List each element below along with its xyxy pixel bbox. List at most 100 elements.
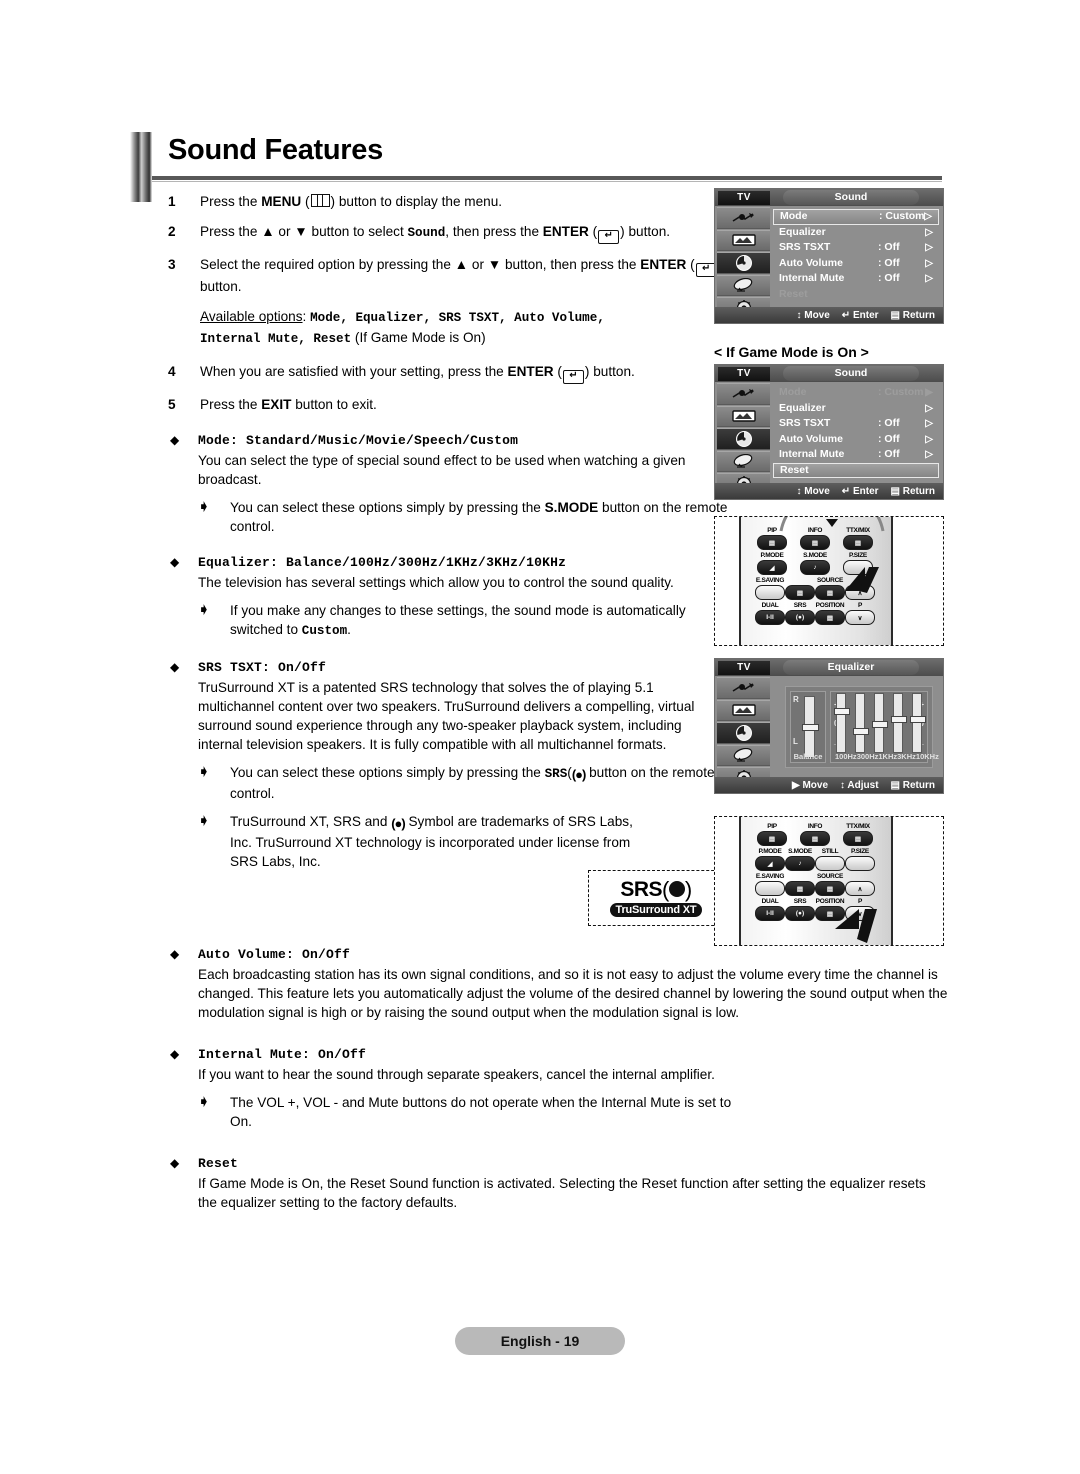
osd-row-auto-volume[interactable]: Auto Volume : Off ▷ [773, 256, 939, 272]
band-slider-300hz[interactable] [852, 693, 869, 753]
osd-row-srs-tsxt[interactable]: SRS TSXT : Off ▷ [773, 240, 939, 256]
osd-hint-move: ↕ Move [796, 486, 829, 497]
remote-cell-blank[interactable]: ▤ [785, 577, 815, 600]
sidebar-item-picture[interactable] [717, 405, 770, 427]
sidebar-item-sound[interactable] [717, 252, 770, 274]
remote-cell-smode[interactable]: S.MODE ♪ [785, 848, 815, 871]
remote-cell-info[interactable]: INFO ▤ [798, 527, 832, 550]
band-label-300hz: 300Hz [856, 752, 879, 761]
p-mode-button[interactable]: ◢ [755, 856, 785, 871]
e-saving-button[interactable] [755, 881, 785, 896]
teletext-button[interactable]: ▤ [785, 585, 815, 600]
band-slider-1khz[interactable] [871, 693, 888, 753]
osd-title: Sound [783, 366, 919, 381]
osd-row-internal-mute[interactable]: Internal Mute : Off ▷ [773, 447, 939, 463]
osd-sound-menu-game[interactable]: TV Sound Mode : Custom ▶ Equalizer ▷ SRS… [714, 364, 944, 500]
osd-row-auto-volume[interactable]: Auto Volume : Off ▷ [773, 432, 939, 448]
remote-button-label: S.MODE [803, 552, 827, 559]
channel-down-button[interactable]: ∨ [845, 610, 875, 625]
sidebar-item-input[interactable] [717, 677, 770, 699]
sidebar-item-input[interactable] [717, 207, 770, 229]
band-slider-10khz[interactable] [910, 693, 927, 753]
remote-cell-ttxmix[interactable]: TTX/MIX ▤ [841, 527, 875, 550]
updown-icon: ↕ [796, 309, 802, 321]
sidebar-item-sound[interactable] [717, 428, 770, 450]
ttx-mix-button[interactable]: ▤ [843, 831, 873, 846]
band-label-100hz: 100Hz [835, 752, 857, 761]
pip-button[interactable]: ▤ [757, 831, 787, 846]
osd-row-equalizer[interactable]: Equalizer ▷ [773, 401, 939, 417]
band-knob[interactable] [910, 716, 927, 723]
osd-row-mode[interactable]: Mode : Custom ▷ [773, 209, 939, 225]
sidebar-item-input[interactable] [717, 383, 770, 405]
band-knob[interactable] [871, 721, 888, 728]
dual-button[interactable]: I-II [755, 610, 785, 625]
pip-button[interactable]: ▤ [757, 535, 787, 550]
balance-knob[interactable] [802, 724, 819, 731]
sidebar-item-dish[interactable] [717, 274, 770, 296]
info-button[interactable]: ▤ [800, 535, 830, 550]
srs-button[interactable]: (●) [785, 610, 815, 625]
sidebar-item-sound[interactable] [717, 722, 770, 744]
band-knob[interactable] [833, 708, 850, 715]
section-values: On/Off [278, 660, 327, 675]
diamond-bullet-icon: ◆ [170, 947, 180, 961]
dual-button[interactable]: I-II [755, 906, 785, 921]
band-slider-3khz[interactable] [891, 693, 908, 753]
srs-button[interactable]: (●) [785, 906, 815, 921]
remote-cell-source[interactable]: SOURCE ▤ [815, 873, 845, 896]
section-label: Mode [198, 433, 231, 448]
source-button[interactable]: ▤ [815, 881, 845, 896]
sidebar-item-picture[interactable] [717, 229, 770, 251]
s-mode-button[interactable]: ♪ [785, 856, 815, 871]
satellite-dish-icon [733, 278, 752, 292]
osd-tv-label: TV [718, 191, 770, 205]
osd-row-value: : Off [878, 256, 900, 269]
balance-slider[interactable]: R L Balance [790, 691, 826, 763]
ttx-mix-button[interactable]: ▤ [843, 535, 873, 550]
osd-equalizer-menu[interactable]: TV Equalizer R L Balance + 0 [714, 658, 944, 794]
remote-cell-ttxmix[interactable]: TTX/MIX ▤ [841, 823, 875, 846]
osd-row-srs-tsxt[interactable]: SRS TSXT : Off ▷ [773, 416, 939, 432]
channel-up-button[interactable]: ∧ [845, 881, 875, 896]
remote-cell-psize[interactable]: P.SIZE [845, 848, 875, 871]
remote-cell-info[interactable]: INFO ▤ [798, 823, 832, 846]
p-size-button[interactable] [845, 856, 875, 871]
remote-cell-ch-up[interactable]: ∧ [845, 873, 875, 896]
osd-row-equalizer[interactable]: Equalizer ▷ [773, 225, 939, 241]
remote-cell-pip[interactable]: PIP ▤ [755, 823, 789, 846]
remote-cell-dual[interactable]: DUAL I-II [755, 898, 785, 921]
remote-cell-dual[interactable]: DUAL I-II [755, 602, 785, 625]
chevron-right-icon: ▷ [925, 433, 933, 445]
info-button[interactable]: ▤ [800, 831, 830, 846]
remote-cell-srs[interactable]: SRS (●) [785, 602, 815, 625]
remote-cell-esaving[interactable]: E.SAVING [755, 577, 785, 600]
remote-cell-pmode[interactable]: P.MODE ◢ [755, 552, 789, 575]
remote-cell-still[interactable]: STILL [815, 848, 845, 871]
osd-hint-return: ▤ Return [891, 486, 935, 497]
arrow-bullet-icon: ➧ [198, 812, 210, 828]
osd-row-reset: Reset [773, 287, 939, 303]
osd-hint-label: Move [804, 485, 830, 497]
band-knob[interactable] [891, 716, 908, 723]
still-button[interactable] [815, 856, 845, 871]
e-saving-button[interactable] [755, 585, 785, 600]
osd-row-reset[interactable]: Reset [773, 462, 939, 478]
remote-cell-esaving[interactable]: E.SAVING [755, 873, 785, 896]
osd-row-internal-mute[interactable]: Internal Mute : Off ▷ [773, 271, 939, 287]
sidebar-item-dish[interactable] [717, 744, 770, 766]
p-mode-button[interactable]: ◢ [757, 560, 787, 575]
remote-cell-ch-down[interactable]: P ∨ [845, 602, 875, 625]
position-button[interactable]: ▤ [815, 610, 845, 625]
sidebar-item-picture[interactable] [717, 699, 770, 721]
sidebar-item-dish[interactable] [717, 450, 770, 472]
remote-cell-blank[interactable]: ▤ [785, 873, 815, 896]
remote-cell-pip[interactable]: PIP ▤ [755, 527, 789, 550]
band-slider-100hz[interactable] [833, 693, 850, 753]
teletext-button[interactable]: ▤ [785, 881, 815, 896]
band-knob[interactable] [852, 728, 869, 735]
osd-sound-menu[interactable]: TV Sound Mode : Custom ▷ Equalizer ▷ SRS… [714, 188, 944, 324]
remote-cell-position[interactable]: POSITION ▤ [815, 602, 845, 625]
remote-cell-srs[interactable]: SRS (●) [785, 898, 815, 921]
remote-cell-pmode[interactable]: P.MODE ◢ [755, 848, 785, 871]
